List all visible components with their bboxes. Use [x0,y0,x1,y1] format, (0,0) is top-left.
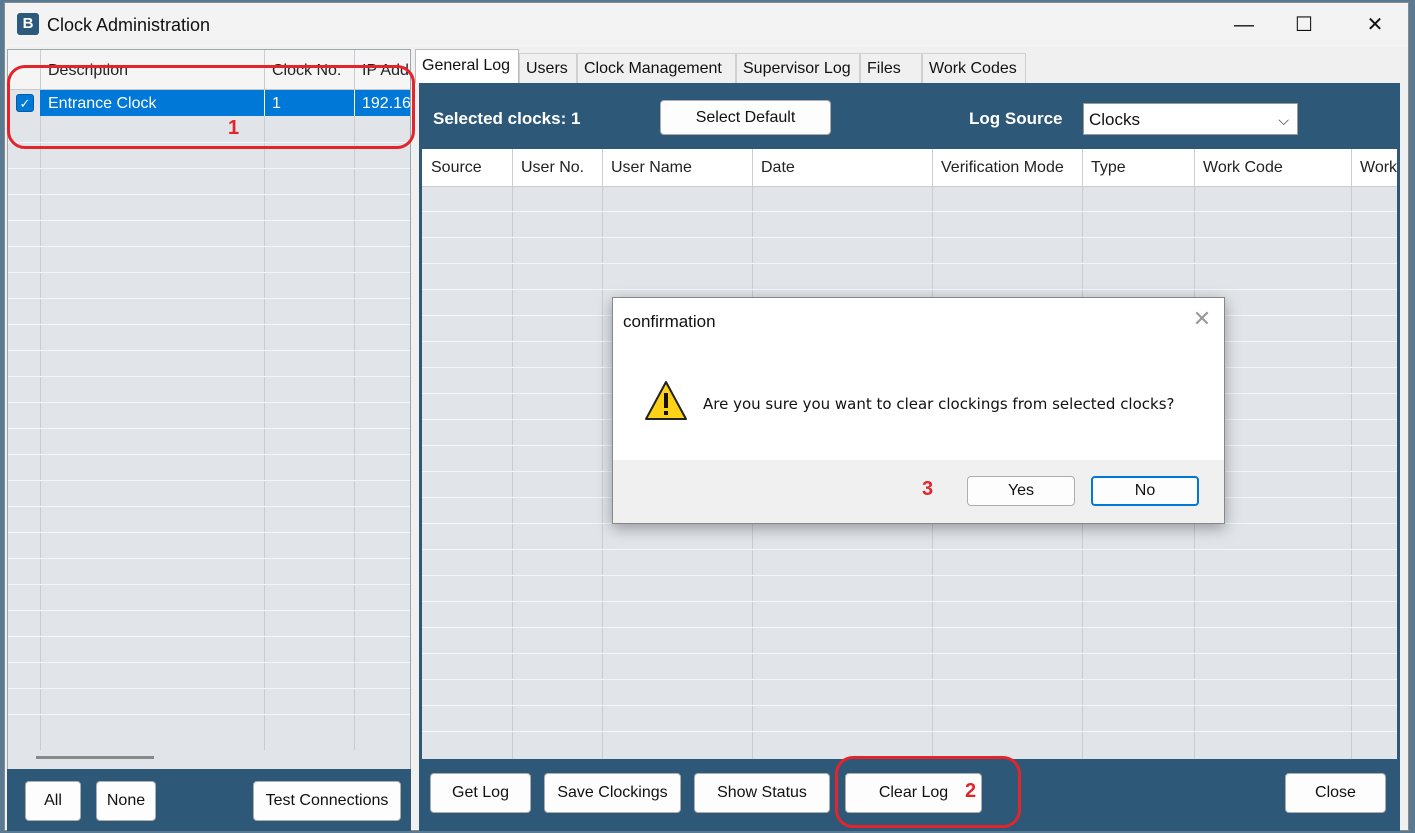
annotation-number-2: 2 [965,780,977,802]
select-all-button[interactable]: All [25,781,81,821]
grid-line [422,211,1397,212]
grid-line [8,714,410,715]
log-source-label: Log Source [969,109,1063,128]
grid-line [422,731,1397,732]
grid-line [354,50,355,750]
selected-clocks-label: Selected clocks: 1 [433,109,581,128]
grid-line [8,662,410,663]
clock-list-panel: Description Clock No. IP Address ✓ [7,49,411,770]
get-log-button[interactable]: Get Log [430,773,531,813]
grid-line [8,558,410,559]
grid-line [8,454,410,455]
log-grid-header: Source User No. User Name Date Verificat… [422,149,1397,187]
grid-line [8,428,410,429]
test-connections-button[interactable]: Test Connections [253,781,401,821]
dialog-footer: 3 Yes No [613,460,1224,523]
grid-line [8,194,410,195]
grid-line [8,610,410,611]
dialog-title: confirmation [623,312,716,331]
column-header-verification-mode[interactable]: Verification Mode [932,149,1082,187]
grid-line [422,601,1397,602]
grid-line [422,549,1397,550]
grid-line [8,376,410,377]
tab-general-log[interactable]: General Log [415,49,519,83]
column-header-date[interactable]: Date [752,149,932,187]
grid-line [8,584,410,585]
chevron-down-icon: ⌵ [1278,112,1289,128]
show-status-button[interactable]: Show Status [694,773,830,813]
grid-line [422,627,1397,628]
log-source-select[interactable]: Clocks ⌵ [1083,103,1298,135]
grid-line [8,272,410,273]
title-bar: B Clock Administration — ☐ ✕ [5,3,1408,47]
window-title: Clock Administration [47,15,211,35]
close-icon: ✕ [1192,306,1212,331]
warning-icon [643,378,689,424]
close-icon: ✕ [1366,14,1384,36]
grid-line [8,350,410,351]
annotation-box-1 [7,65,415,149]
tab-supervisor-log[interactable]: Supervisor Log [736,53,860,83]
column-header-type[interactable]: Type [1082,149,1194,187]
grid-line [602,149,603,759]
tab-strip: General Log Users Clock Management Super… [415,49,1408,83]
tab-files[interactable]: Files [860,53,922,83]
column-header-user-name[interactable]: User Name [602,149,752,187]
grid-line [8,220,410,221]
column-header-source[interactable]: Source [422,149,512,187]
grid-line [422,653,1397,654]
horizontal-scrollbar[interactable] [36,756,154,759]
grid-line [40,50,41,750]
grid-line [8,532,410,533]
column-header-work-code[interactable]: Work Code [1194,149,1351,187]
tab-work-codes[interactable]: Work Codes [922,53,1026,83]
tab-users[interactable]: Users [519,53,577,83]
save-clockings-button[interactable]: Save Clockings [544,773,681,813]
grid-line [8,246,410,247]
grid-line [422,575,1397,576]
grid-line [1351,149,1352,759]
column-header-work[interactable]: Work [1351,149,1397,187]
annotation-number-1: 1 [228,117,240,139]
no-button[interactable]: No [1091,476,1199,506]
column-header-user-no[interactable]: User No. [512,149,602,187]
tab-clock-management[interactable]: Clock Management [577,53,736,83]
dialog-message: Are you sure you want to clear clockings… [703,395,1175,413]
select-none-button[interactable]: None [96,781,156,821]
yes-button[interactable]: Yes [967,476,1075,506]
grid-line [8,324,410,325]
window-close-button[interactable]: ✕ [1352,3,1398,47]
annotation-number-3: 3 [922,478,934,500]
minimize-icon: — [1234,14,1254,36]
app-logo-icon: B [17,13,39,35]
grid-line [264,50,265,750]
grid-line [422,705,1397,706]
maximize-icon: ☐ [1295,14,1313,36]
grid-line [8,168,410,169]
grid-line [8,636,410,637]
grid-line [8,480,410,481]
grid-line [422,289,1397,290]
clock-list-footer: All None Test Connections [7,769,411,831]
grid-line [8,688,410,689]
grid-line [8,298,410,299]
minimize-button[interactable]: — [1221,3,1267,47]
dialog-close-button[interactable]: ✕ [1189,306,1215,332]
maximize-button[interactable]: ☐ [1281,3,1327,47]
grid-line [422,237,1397,238]
grid-line [422,679,1397,680]
confirmation-dialog: confirmation ✕ Are you sure you want to … [612,297,1225,524]
select-default-button[interactable]: Select Default [660,100,831,135]
grid-line [8,402,410,403]
annotation-box-2 [835,756,1021,828]
log-source-value: Clocks [1089,110,1141,129]
close-button[interactable]: Close [1285,773,1386,813]
grid-line [512,149,513,759]
grid-line [422,263,1397,264]
grid-line [8,506,410,507]
